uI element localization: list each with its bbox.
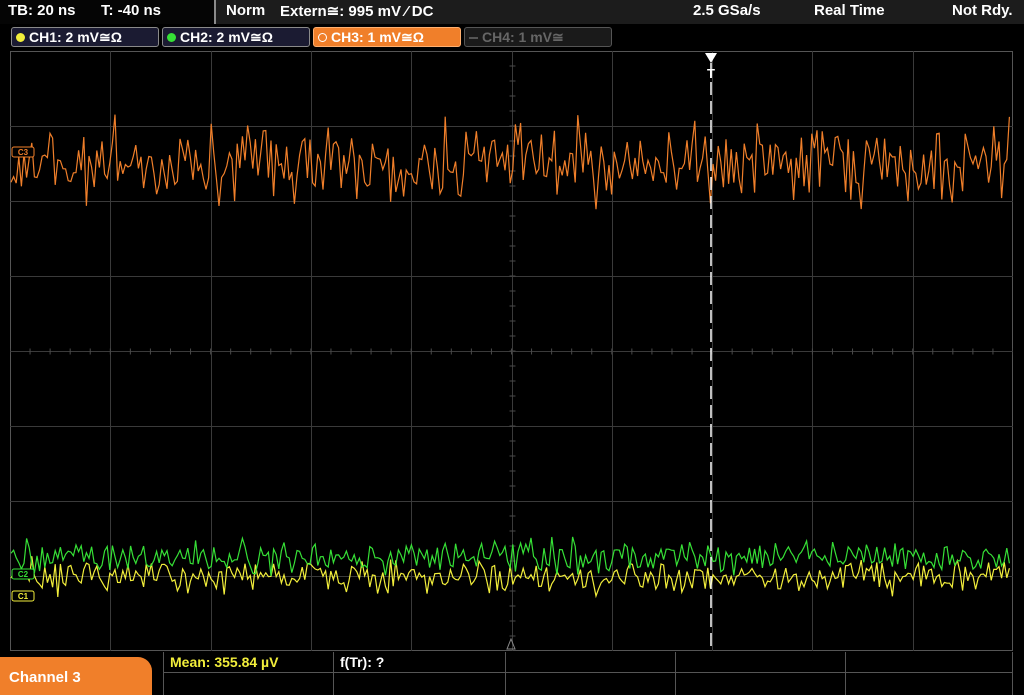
trigger-source[interactable]: Extern≅: 995 mV ⁄ DC bbox=[280, 2, 433, 20]
channel-1-dot-icon bbox=[16, 33, 25, 42]
realtime-mode[interactable]: Real Time bbox=[814, 2, 885, 19]
measurement-cell-mean[interactable]: Mean: 355.84 µV bbox=[163, 652, 333, 695]
channel-2-button[interactable]: CH2: 2 mV≅Ω bbox=[162, 27, 310, 47]
active-channel-tab[interactable]: Channel 3 bbox=[0, 657, 152, 695]
measurement-cell-empty-3[interactable] bbox=[845, 652, 1013, 695]
channel-1-label: CH1: 2 mV≅Ω bbox=[29, 29, 122, 45]
channel-4-label: CH4: 1 mV≅ bbox=[482, 29, 564, 45]
channel-3-dot-icon bbox=[318, 33, 327, 42]
channel-2-dot-icon bbox=[167, 33, 176, 42]
measurement-bar: Channel 3 Mean: 355.84 µV f(Tr): ? bbox=[0, 652, 1024, 695]
frequency-measurement: f(Tr): ? bbox=[340, 654, 385, 670]
channel-3-button[interactable]: CH3: 1 mV≅Ω bbox=[313, 27, 461, 47]
divider bbox=[214, 0, 216, 24]
channel-3-marker-label: C3 bbox=[18, 148, 29, 157]
channel-bar: CH1: 2 mV≅Ω CH2: 2 mV≅Ω CH3: 1 mV≅Ω CH4:… bbox=[0, 25, 1024, 49]
waveform-display[interactable]: T C3 C2 C1 bbox=[10, 51, 1013, 651]
trigger-status: Not Rdy. bbox=[952, 2, 1013, 19]
measurement-cell-empty-1[interactable] bbox=[505, 652, 675, 695]
channel-3-label: CH3: 1 mV≅Ω bbox=[331, 29, 424, 45]
trigger-marker-label: T bbox=[707, 66, 715, 81]
mean-measurement: Mean: 355.84 µV bbox=[170, 654, 279, 670]
trigger-time-value[interactable]: T: -40 ns bbox=[101, 2, 161, 19]
channel-2-label: CH2: 2 mV≅Ω bbox=[180, 29, 273, 45]
channel-2-marker-label: C2 bbox=[18, 570, 29, 579]
active-channel-label: Channel 3 bbox=[9, 669, 81, 686]
channel-1-marker-label: C1 bbox=[18, 592, 29, 601]
channel-4-off-icon bbox=[469, 37, 478, 39]
channel-2-offset-marker[interactable]: C2 bbox=[11, 568, 35, 580]
channel-4-button[interactable]: CH4: 1 mV≅ bbox=[464, 27, 612, 47]
status-bar: TB: 20 ns T: -40 ns Norm Extern≅: 995 mV… bbox=[0, 0, 1024, 24]
sample-rate[interactable]: 2.5 GSa/s bbox=[693, 2, 761, 19]
channel-3-offset-marker[interactable]: C3 bbox=[11, 146, 35, 158]
timebase-panel[interactable]: TB: 20 ns T: -40 ns bbox=[0, 0, 214, 24]
acquisition-mode[interactable]: Norm bbox=[226, 2, 265, 19]
channel-1-button[interactable]: CH1: 2 mV≅Ω bbox=[11, 27, 159, 47]
measurement-cell-empty-2[interactable] bbox=[675, 652, 845, 695]
measurement-cell-frequency[interactable]: f(Tr): ? bbox=[333, 652, 505, 695]
channel-1-offset-marker[interactable]: C1 bbox=[11, 590, 35, 602]
timebase-value[interactable]: TB: 20 ns bbox=[8, 2, 76, 19]
measurement-table: Mean: 355.84 µV f(Tr): ? bbox=[163, 652, 1013, 695]
